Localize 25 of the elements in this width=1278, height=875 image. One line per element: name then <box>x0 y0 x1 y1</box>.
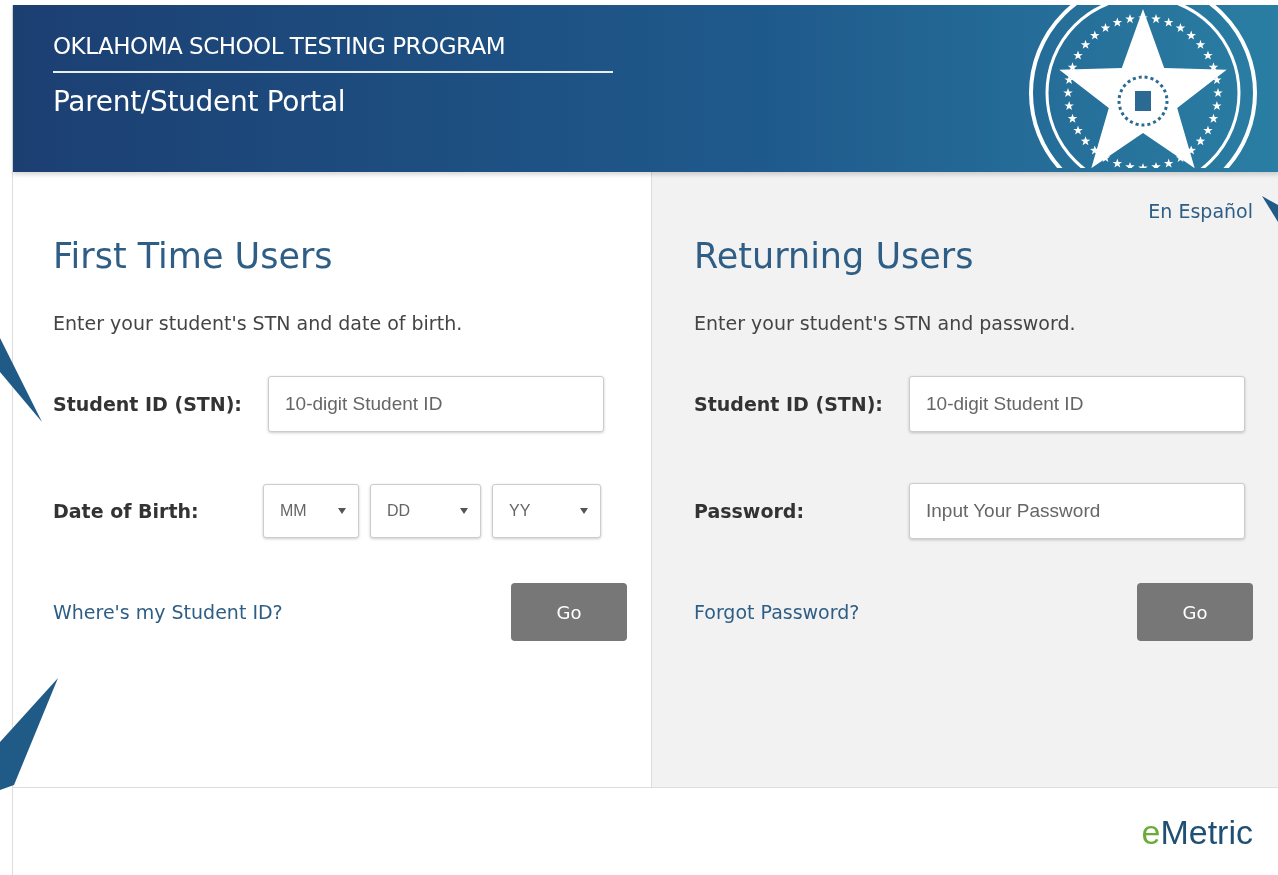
help-link[interactable]: Forgot Password? <box>694 601 860 623</box>
section-heading: Returning Users <box>694 236 975 276</box>
field-label: Student ID (STN): <box>694 393 884 415</box>
student-id-field[interactable]: 10-digit Student ID <box>268 376 604 432</box>
date-dropdown[interactable]: YY <box>492 484 601 538</box>
caret-icon <box>580 508 588 514</box>
field-label: Password: <box>694 500 806 522</box>
password-field[interactable]: Input Your Password <box>909 483 1245 539</box>
emetric-logo: eMetric <box>1141 812 1253 852</box>
section-heading: First Time Users <box>53 236 334 276</box>
program-title: OKLAHOMA SCHOOL TESTING PROGRAM <box>53 33 613 73</box>
field-label: Date of Birth: <box>53 500 200 522</box>
date-dropdown[interactable]: DD <box>370 484 481 538</box>
student-id-field[interactable]: 10-digit Student ID <box>909 376 1245 432</box>
language-link[interactable]: En Español <box>1148 200 1253 222</box>
go-button[interactable]: Go <box>1137 583 1253 641</box>
instructions-text: Enter your student's STN and date of birth. <box>53 312 464 334</box>
instructions-text: Enter your student's STN and password. <box>694 312 1077 334</box>
portal-title: Parent/Student Portal <box>53 85 347 118</box>
date-dropdown[interactable]: MM <box>263 484 359 538</box>
caret-icon <box>338 508 346 514</box>
help-link[interactable]: Where's my Student ID? <box>53 601 283 623</box>
go-button[interactable]: Go <box>511 583 627 641</box>
field-label: Student ID (STN): <box>53 393 243 415</box>
caret-icon <box>460 508 468 514</box>
